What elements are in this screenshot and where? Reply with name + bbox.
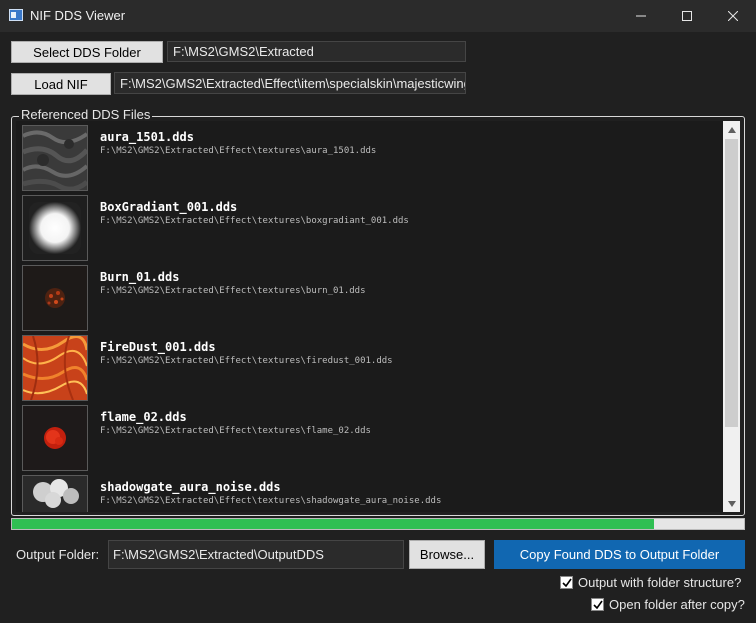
output-folder-field[interactable]: F:\MS2\GMS2\Extracted\OutputDDS xyxy=(108,540,404,569)
file-name: flame_02.dds xyxy=(100,410,187,424)
scroll-down-icon xyxy=(727,500,736,507)
file-name: aura_1501.dds xyxy=(100,130,194,144)
thumbnail-burn xyxy=(22,265,88,331)
output-folder-label: Output Folder: xyxy=(16,547,100,562)
folder-structure-checkbox[interactable] xyxy=(560,576,573,589)
thumbnail-smoke-dark xyxy=(22,125,88,191)
list-item[interactable]: BoxGradiant_001.dds F:\MS2\GMS2\Extracte… xyxy=(22,195,712,263)
main-window: NIF DDS Viewer Select DDS Folder F:\MS2\… xyxy=(0,0,756,623)
file-path: F:\MS2\GMS2\Extracted\Effect\textures\bo… xyxy=(100,216,409,226)
minimize-button[interactable] xyxy=(618,0,664,32)
file-name: Burn_01.dds xyxy=(100,270,180,284)
list-item[interactable]: aura_1501.dds F:\MS2\GMS2\Extracted\Effe… xyxy=(22,125,712,193)
maximize-icon xyxy=(682,11,692,21)
group-title: Referenced DDS Files xyxy=(19,107,153,122)
close-button[interactable] xyxy=(710,0,756,32)
file-path: F:\MS2\GMS2\Extracted\Effect\textures\bu… xyxy=(100,286,366,296)
app-icon xyxy=(9,9,23,21)
file-name: shadowgate_aura_noise.dds xyxy=(100,480,281,494)
window-title: NIF DDS Viewer xyxy=(30,8,126,23)
open-folder-label: Open folder after copy? xyxy=(609,597,745,612)
progress-fill xyxy=(12,519,654,529)
checkmark-icon xyxy=(561,578,572,587)
thumbnail-flame xyxy=(22,405,88,471)
title-bar[interactable]: NIF DDS Viewer xyxy=(0,0,756,32)
file-path: F:\MS2\GMS2\Extracted\Effect\textures\au… xyxy=(100,146,377,156)
scroll-up-icon xyxy=(727,126,736,133)
checkmark-icon xyxy=(592,600,603,609)
scroll-thumb[interactable] xyxy=(725,139,738,427)
dds-folder-field[interactable]: F:\MS2\GMS2\Extracted xyxy=(167,41,466,62)
select-dds-folder-button[interactable]: Select DDS Folder xyxy=(11,41,163,63)
thumbnail-fire-dust xyxy=(22,335,88,401)
thumbnail-box-gradient xyxy=(22,195,88,261)
open-folder-checkbox[interactable] xyxy=(591,598,604,611)
thumbnail-cloud-noise xyxy=(22,475,88,512)
load-nif-button[interactable]: Load NIF xyxy=(11,73,111,95)
list-item[interactable]: FireDust_001.dds F:\MS2\GMS2\Extracted\E… xyxy=(22,335,712,403)
file-path: F:\MS2\GMS2\Extracted\Effect\textures\fl… xyxy=(100,426,371,436)
close-icon xyxy=(728,11,738,21)
list-item[interactable]: Burn_01.dds F:\MS2\GMS2\Extracted\Effect… xyxy=(22,265,712,333)
scroll-down-button[interactable] xyxy=(723,495,740,512)
browse-button[interactable]: Browse... xyxy=(409,540,485,569)
file-path: F:\MS2\GMS2\Extracted\Effect\textures\fi… xyxy=(100,356,393,366)
scroll-up-button[interactable] xyxy=(723,121,740,138)
file-path: F:\MS2\GMS2\Extracted\Effect\textures\sh… xyxy=(100,496,442,506)
minimize-icon xyxy=(636,15,646,17)
file-name: BoxGradiant_001.dds xyxy=(100,200,238,214)
copy-progress-bar xyxy=(11,518,745,530)
dds-file-list[interactable]: aura_1501.dds F:\MS2\GMS2\Extracted\Effe… xyxy=(16,121,723,512)
maximize-button[interactable] xyxy=(664,0,710,32)
nif-path-field[interactable]: F:\MS2\GMS2\Extracted\Effect\item\specia… xyxy=(114,72,466,94)
folder-structure-label: Output with folder structure? xyxy=(578,575,742,590)
list-item[interactable]: shadowgate_aura_noise.dds F:\MS2\GMS2\Ex… xyxy=(22,475,712,512)
list-item[interactable]: flame_02.dds F:\MS2\GMS2\Extracted\Effec… xyxy=(22,405,712,473)
list-scrollbar[interactable] xyxy=(723,121,740,512)
copy-found-dds-button[interactable]: Copy Found DDS to Output Folder xyxy=(494,540,745,569)
file-name: FireDust_001.dds xyxy=(100,340,216,354)
